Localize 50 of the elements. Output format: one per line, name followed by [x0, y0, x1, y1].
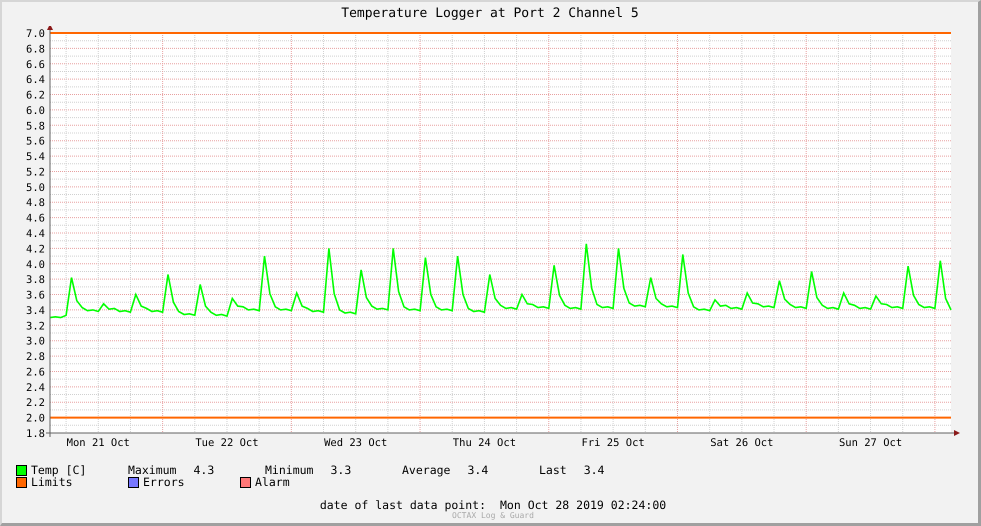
axis-label: 2.4: [26, 382, 45, 394]
axis-label: 6.4: [26, 74, 45, 86]
chart-title: Temperature Logger at Port 2 Channel 5: [341, 5, 639, 23]
axis-label: 4.2: [26, 243, 45, 256]
axis-label: 3.6: [26, 290, 45, 302]
axis-label: 2.6: [26, 366, 45, 378]
legend-label: Limits: [31, 476, 73, 488]
axis-label: 5.8: [26, 120, 45, 132]
axis-label: Tue 22 Oct: [195, 437, 259, 449]
axis-label: Thu 24 Oct: [452, 437, 516, 449]
legend-label: Alarm: [255, 476, 290, 488]
axis-label: 6.2: [26, 90, 45, 102]
legend-label: Errors: [143, 476, 185, 488]
axis-label: 6.8: [26, 43, 45, 56]
credit-text: OCTAX Log & Guard: [452, 511, 534, 521]
axis-label: 3.4: [26, 304, 45, 317]
axis-label: 2.2: [26, 397, 45, 410]
last-data-label: date of last data point:: [320, 499, 486, 511]
axis-label: Mon 21 Oct: [66, 437, 130, 449]
stat-value: 3.4: [584, 464, 604, 476]
axis-label: 6.6: [26, 58, 45, 71]
axis-label: 1.8: [26, 428, 45, 440]
axis-label: 6.0: [26, 104, 45, 117]
axis-label: 5.0: [26, 182, 45, 194]
stat-value: 3.3: [330, 464, 352, 476]
axis-label: 4.4: [26, 228, 45, 240]
axis-label: 3.2: [26, 320, 45, 332]
axis-label: Wed 23 Oct: [324, 437, 388, 449]
axis-label: Sat 26 Oct: [710, 437, 774, 449]
last-data-value: Mon Oct 28 2019 02:24:00: [500, 499, 666, 511]
axis-label: 5.2: [26, 166, 45, 178]
stat-label: Average: [402, 464, 450, 476]
axis-label: 5.4: [26, 151, 45, 164]
axis-label: Sun 27 Oct: [838, 437, 902, 449]
axis-label: Fri 25 Oct: [582, 437, 645, 449]
axis-label: 2.8: [26, 351, 45, 364]
axis-label: 4.0: [26, 258, 45, 271]
axis-label: 3.0: [26, 336, 45, 348]
axis-label: 5.6: [26, 136, 45, 148]
legend-label: Temp [C]: [31, 464, 86, 476]
axis-label: 2.0: [26, 412, 45, 425]
axis-label: 4.6: [26, 212, 45, 225]
stat-label: Minimum: [265, 464, 314, 476]
stat-value: 3.4: [467, 464, 488, 476]
axis-label: 3.8: [26, 274, 45, 286]
stat-label: Last: [539, 464, 567, 476]
stat-value: 4.3: [193, 464, 214, 476]
stat-label: Maximum: [128, 464, 176, 476]
axis-label: 7.0: [26, 28, 45, 40]
axis-label: 4.8: [26, 197, 45, 210]
